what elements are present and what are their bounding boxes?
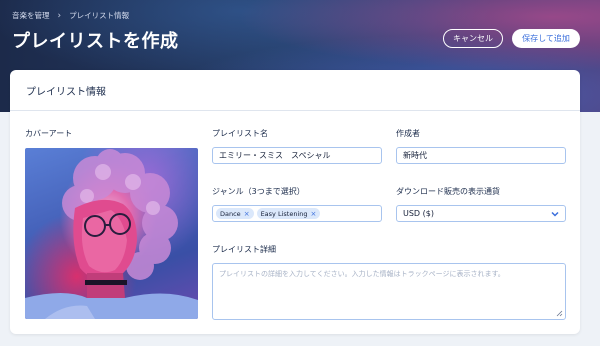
genre-tag: Dance × (216, 208, 254, 219)
cover-art-illustration (25, 149, 198, 319)
cancel-button[interactable]: キャンセル (443, 29, 503, 48)
currency-value: USD ($) (403, 209, 434, 218)
save-and-add-button[interactable]: 保存して追加 (512, 29, 580, 48)
genre-tag-label: Easy Listening (260, 209, 308, 218)
currency-select[interactable]: USD ($) (396, 205, 566, 222)
page-title: プレイリストを作成 (12, 31, 179, 52)
chevron-right-icon: › (57, 10, 62, 21)
card-title: プレイリスト情報 (10, 70, 580, 111)
breadcrumb-parent[interactable]: 音楽を管理 (12, 10, 50, 21)
playlist-info-card: プレイリスト情報 カバーアート プレイリスト名 エミリー・スミス スペシャル 作… (10, 70, 580, 334)
genre-tag: Easy Listening × (256, 208, 321, 219)
chevron-down-icon (551, 211, 559, 217)
cover-art-image[interactable] (25, 148, 198, 319)
close-icon[interactable]: × (310, 210, 316, 218)
genre-tag-label: Dance (220, 209, 241, 218)
cover-art-label: カバーアート (25, 129, 73, 138)
genre-label: ジャンル（3つまで選択） (212, 187, 305, 196)
genre-tag-input[interactable]: Dance × Easy Listening × (212, 205, 382, 222)
details-placeholder: プレイリストの詳細を入力してください。入力した情報はトラックページに表示されます… (219, 270, 505, 278)
playlist-name-label: プレイリスト名 (212, 129, 268, 138)
details-textarea[interactable]: プレイリストの詳細を入力してください。入力した情報はトラックページに表示されます… (212, 263, 566, 320)
details-label: プレイリスト詳細 (212, 245, 276, 254)
resize-handle-icon[interactable] (556, 310, 563, 317)
close-icon[interactable]: × (244, 210, 250, 218)
breadcrumb-current: プレイリスト情報 (69, 11, 130, 20)
playlist-name-input[interactable]: エミリー・スミス スペシャル (212, 147, 382, 164)
creator-label: 作成者 (396, 129, 420, 138)
breadcrumb: 音楽を管理 › プレイリスト情報 (12, 10, 129, 21)
creator-input[interactable]: 新時代 (396, 147, 566, 164)
currency-label: ダウンロード販売の表示通貨 (396, 187, 500, 196)
